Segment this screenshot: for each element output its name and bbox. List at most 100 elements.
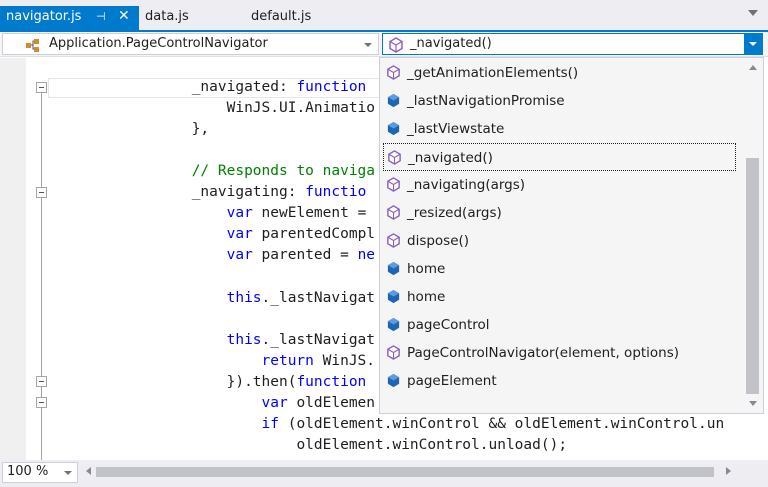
completion-item[interactable]: PageControlNavigator(element, options) [380,339,735,367]
pin-icon[interactable]: ⊣ [96,6,106,28]
collapse-icon[interactable] [36,397,47,408]
collapse-icon[interactable] [36,376,47,387]
code-line: if (oldElement.winControl && oldElement.… [52,414,725,435]
zoom-dropdown[interactable]: 100 % [2,462,78,483]
collapse-icon[interactable] [36,187,47,198]
completion-item-label: home [407,261,446,277]
completion-item-label: dispose() [407,233,470,249]
member-completion-list[interactable]: _getAnimationElements() _lastNavigationPr… [379,57,764,414]
code-line: _navigating: functio [52,182,367,203]
code-token: parented = [252,247,358,264]
completion-item-label: home [407,289,446,305]
field-icon [387,373,400,388]
completion-item[interactable]: pageElement [380,367,735,395]
completion-item[interactable]: _lastViewstate [380,115,735,143]
keyword-token: this [226,289,262,306]
code-token: _navigated: [191,79,297,95]
method-icon [388,150,401,165]
method-icon [387,205,400,220]
completion-item-label: _resized(args) [407,205,502,221]
completion-item-label: _navigating(args) [407,177,526,193]
completion-item-label: _navigated() [408,150,493,166]
field-icon [387,317,400,332]
keyword-token: if [261,415,279,432]
code-token: ._lastNavigat [261,331,376,348]
tab-label: default.js [251,9,312,24]
completion-item[interactable]: home [380,283,735,311]
code-line: var parented = ne [52,245,375,266]
tab-navigator-js[interactable]: navigator.js ⊣ ✕ [0,6,139,30]
completion-item[interactable]: dispose() [380,227,735,255]
keyword-token: var [226,247,253,264]
keyword-token: function [296,79,367,95]
code-token: oldElement.winControl.unload(); [296,436,568,453]
scroll-left-icon[interactable] [86,467,91,475]
tab-overflow-chevron-icon[interactable] [748,10,758,16]
code-line: var newElement = [52,203,367,224]
code-line: var parentedCompl [52,224,375,245]
method-icon [389,37,403,53]
keyword-token: var [226,205,253,222]
member-dropdown[interactable]: _navigated() [382,33,763,55]
chevron-down-icon[interactable] [744,34,762,54]
completion-item-label: _lastViewstate [407,121,505,137]
scroll-up-icon[interactable] [749,65,757,70]
editor-bottom-bar: 100 % [0,460,768,487]
horizontal-scrollbar-thumb[interactable] [96,467,714,477]
tab-data-js[interactable]: data.js [145,6,189,30]
completion-item-label: PageControlNavigator(element, options) [407,345,680,361]
type-dropdown-label: Application.PageControlNavigator [49,36,268,51]
collapse-icon[interactable] [36,82,47,93]
completion-item-label: pageControl [407,317,490,333]
code-token: newElement = [252,205,367,222]
navigation-bar: Application.PageControlNavigator _naviga… [0,32,768,57]
field-icon [387,93,400,108]
tab-default-js[interactable]: default.js [251,6,311,30]
scroll-right-icon[interactable] [726,467,731,475]
field-icon [387,261,400,276]
code-line: }, [52,119,209,140]
completion-item[interactable]: _navigating(args) [380,171,735,199]
method-icon [387,233,400,248]
comment-token: // Responds to naviga [191,163,376,180]
completion-item-label: _getAnimationElements() [407,65,579,81]
completion-item[interactable]: _resized(args) [380,199,735,227]
class-icon [26,39,39,52]
keyword-token: function [296,373,367,390]
method-icon [387,345,400,360]
code-line: }).then(function [52,372,367,393]
keyword-token: ne [357,247,376,264]
completion-item[interactable]: pageControl [380,311,735,339]
code-line: return WinJS. [52,351,376,372]
chevron-down-icon [364,43,372,47]
method-icon [387,65,400,80]
completion-scrollbar[interactable] [743,58,763,413]
code-line: WinJS.UI.Animatio [52,98,375,119]
type-dropdown[interactable]: Application.PageControlNavigator [2,33,379,55]
scroll-down-icon[interactable] [749,401,757,406]
completion-item[interactable]: _getAnimationElements() [380,59,735,87]
code-line: this._lastNavigat [52,330,375,351]
completion-item[interactable]: _navigated() [383,143,736,171]
scrollbar-thumb[interactable] [746,158,759,394]
code-token: ._lastNavigat [261,289,376,306]
code-line: this._lastNavigat [52,288,375,309]
completion-item[interactable]: home [380,255,735,283]
completion-item[interactable]: _lastNavigationPromise [380,87,735,115]
code-line: oldElement.winControl.unload(); [52,435,567,456]
tab-label: data.js [145,9,189,24]
keyword-token: var [226,226,253,243]
close-icon[interactable]: ✕ [118,5,130,27]
